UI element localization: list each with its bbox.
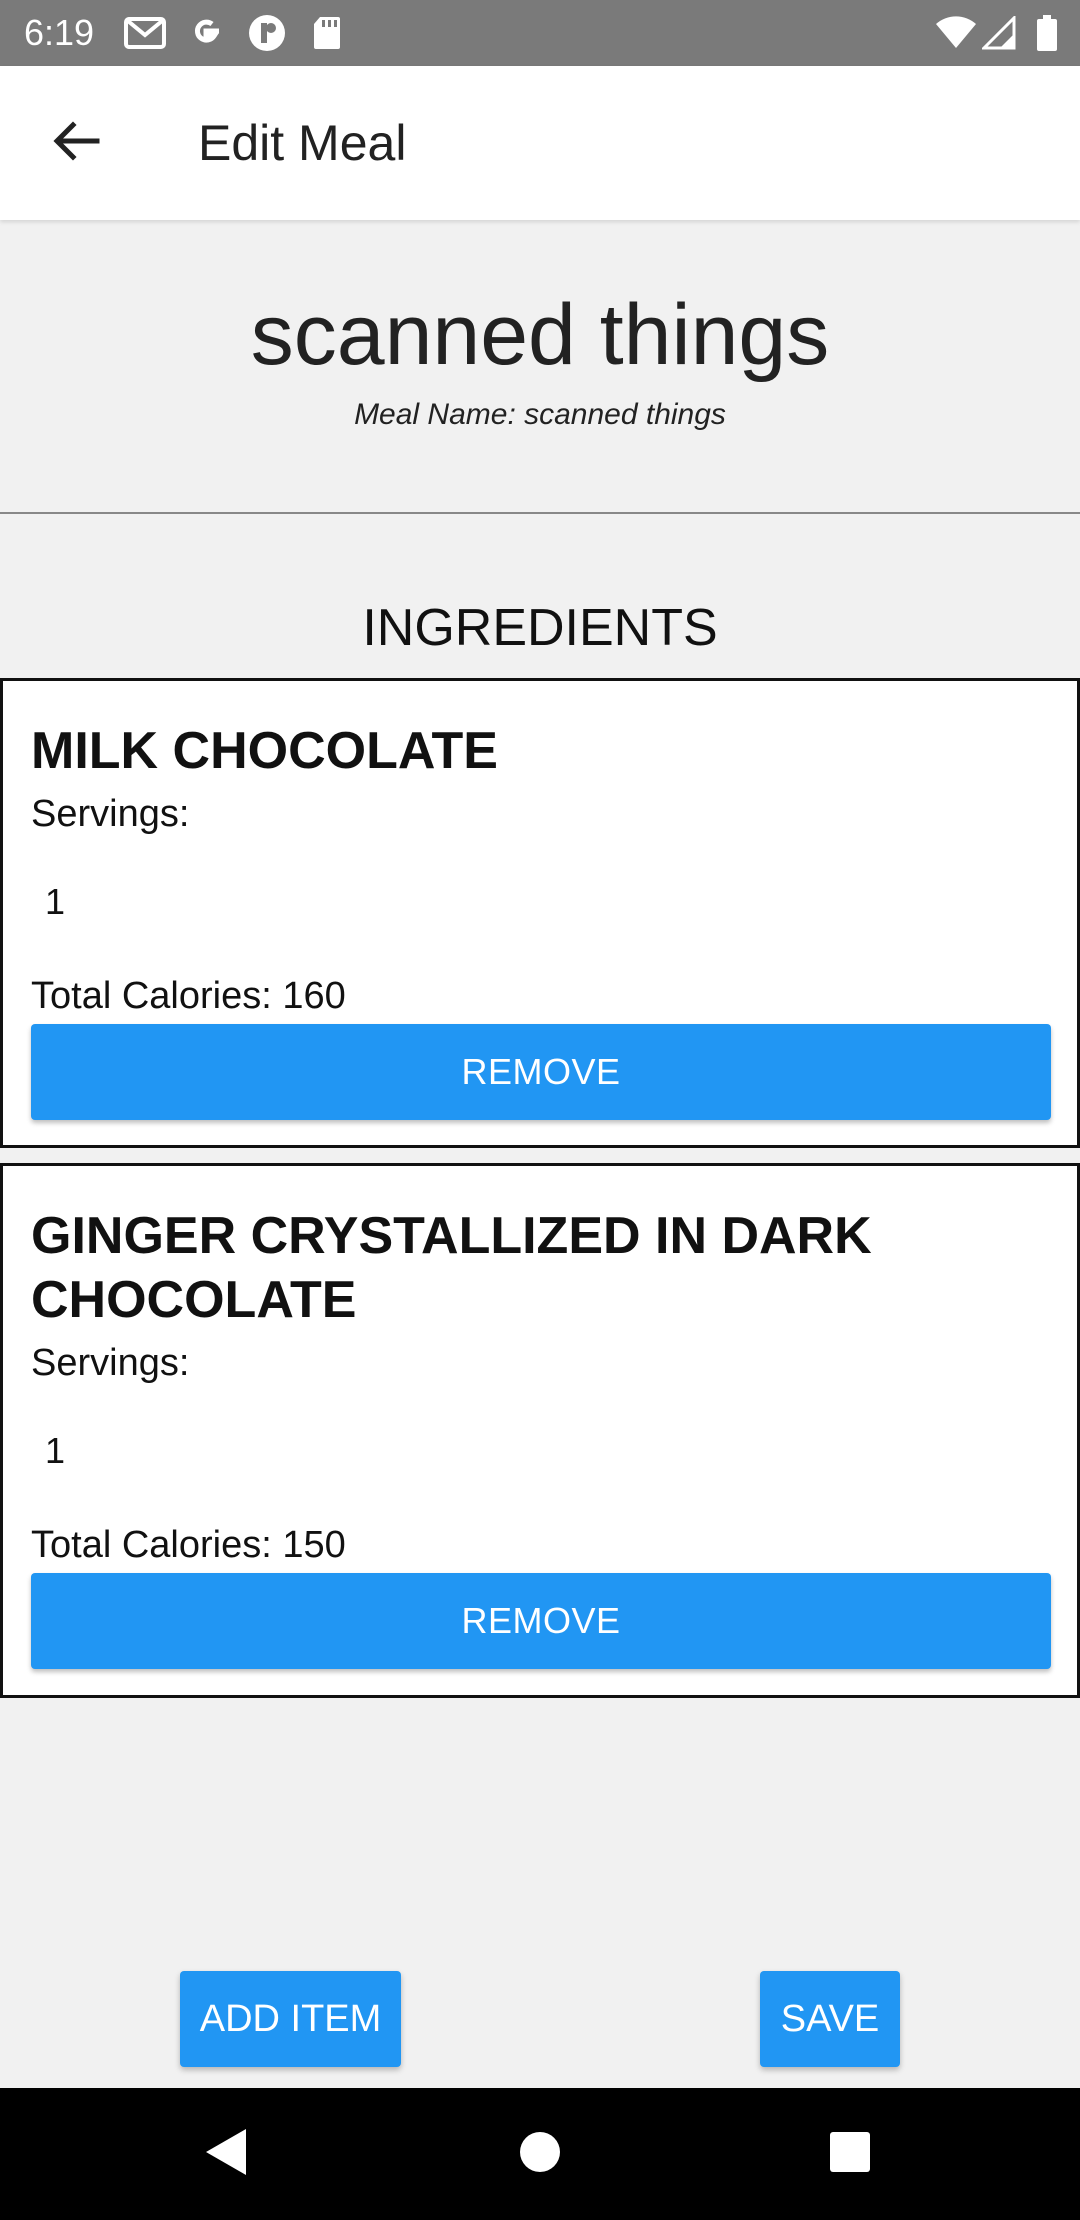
nav-recents-button[interactable] (790, 2088, 910, 2220)
battery-icon (1036, 14, 1058, 52)
navigation-bar (0, 2088, 1080, 2220)
servings-label: Servings: (31, 793, 190, 835)
app-bar-title: Edit Meal (198, 115, 407, 171)
ingredients-heading: INGREDIENTS (362, 599, 718, 657)
save-button[interactable]: SAVE (760, 1971, 900, 2067)
triangle-back-icon (204, 2127, 248, 2182)
status-bar: 6:19 (0, 0, 1080, 66)
nav-back-button[interactable] (166, 2088, 286, 2220)
app-icon (248, 14, 286, 52)
servings-label: Servings: (31, 1342, 190, 1384)
add-item-button[interactable]: ADD ITEM (180, 1971, 401, 2067)
ingredient-card: GINGER CRYSTALLIZED IN DARK CHOCOLATE Se… (0, 1163, 1080, 1698)
ingredient-name: GINGER CRYSTALLIZED IN DARK CHOCOLATE (31, 1207, 872, 1329)
circle-home-icon (518, 2130, 562, 2179)
total-calories: Total Calories: 160 (31, 975, 346, 1017)
meal-title: scanned things (250, 287, 830, 383)
square-recents-icon (829, 2131, 871, 2178)
signal-icon (982, 14, 1016, 52)
gmail-icon (124, 14, 166, 52)
total-calories: Total Calories: 150 (31, 1524, 346, 1566)
arrow-back-icon (51, 119, 101, 168)
meal-name-caption: Meal Name: scanned things (354, 398, 726, 431)
ingredient-card: MILK CHOCOLATE Servings: 1 Total Calorie… (0, 678, 1080, 1148)
sd-card-icon (312, 14, 342, 52)
wifi-icon (934, 14, 978, 52)
ingredient-name: MILK CHOCOLATE (31, 722, 498, 780)
app-bar: Edit Meal (0, 66, 1080, 220)
servings-value[interactable]: 1 (45, 881, 65, 923)
servings-value[interactable]: 1 (45, 1430, 65, 1472)
status-time: 6:19 (24, 12, 95, 53)
section-divider (0, 512, 1080, 514)
back-button[interactable] (36, 108, 116, 178)
google-icon (188, 14, 224, 52)
nav-home-button[interactable] (480, 2088, 600, 2220)
remove-button[interactable]: REMOVE (31, 1024, 1051, 1120)
remove-button[interactable]: REMOVE (31, 1573, 1051, 1669)
